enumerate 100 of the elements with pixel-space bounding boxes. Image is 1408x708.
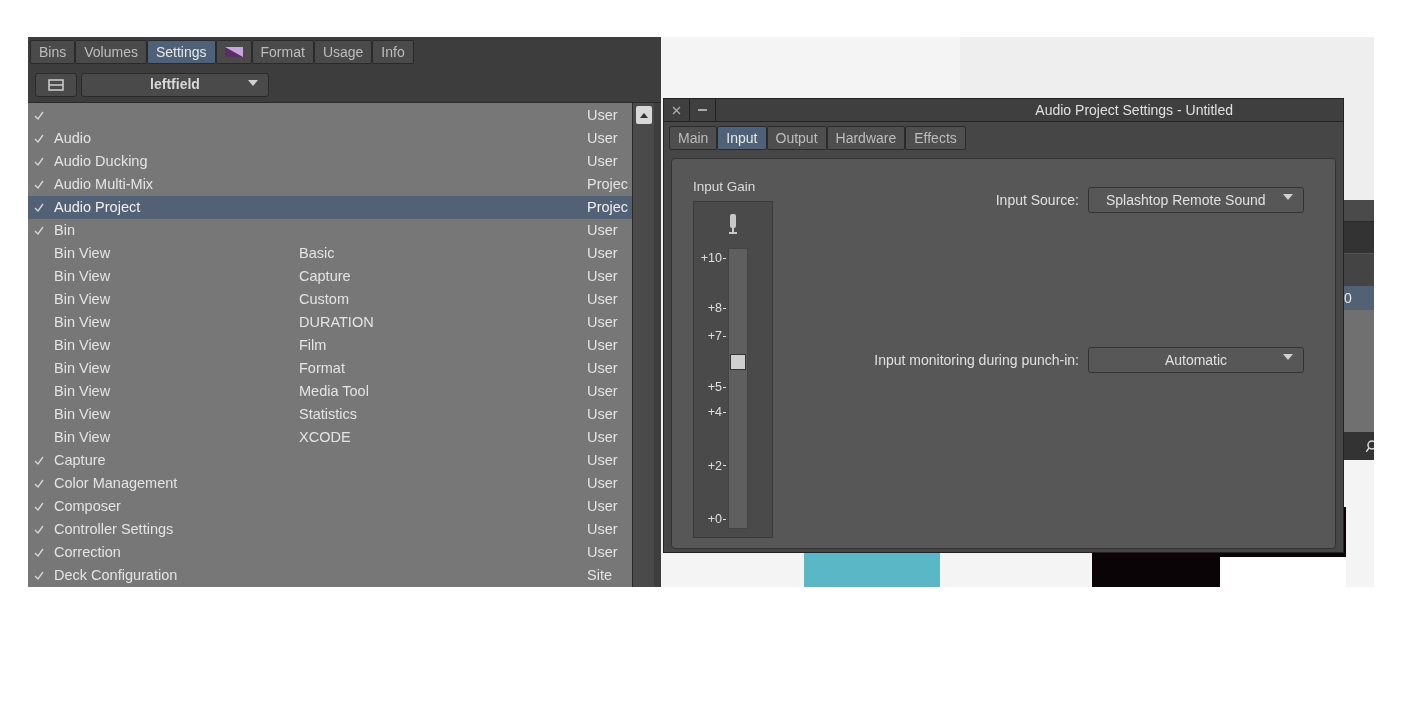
setting-subname: Statistics [299, 405, 357, 422]
scrollbar[interactable] [632, 103, 654, 587]
setting-scope: User [587, 221, 618, 238]
setting-scope: Projec [587, 198, 629, 215]
settings-row[interactable]: Audio Project Projec [28, 196, 632, 219]
setting-subname: Film [299, 336, 327, 353]
setting-name: Audio Ducking [54, 152, 148, 169]
settings-row[interactable]: Controller Settings User [28, 518, 632, 541]
gain-tick-label: +2 [707, 457, 722, 475]
scroll-up-arrow-icon[interactable] [639, 112, 648, 118]
setting-scope: User [587, 336, 618, 353]
settings-row[interactable]: Audio Multi-Mix Projec [28, 173, 632, 196]
gain-tick-label: +7 [707, 328, 722, 346]
tab[interactable]: Usage [313, 40, 373, 64]
tick-mark [723, 518, 726, 520]
setting-name: Controller Settings [54, 520, 174, 537]
tab[interactable]: Input [717, 126, 767, 150]
row-text: 0 [1344, 288, 1352, 308]
settings-row[interactable]: Bin View Statistics User [28, 403, 632, 426]
checkmark-icon [34, 226, 44, 235]
layout-toggle-button[interactable] [35, 72, 77, 97]
setting-name: Bin View [54, 382, 111, 399]
tick-mark [723, 308, 726, 310]
settings-row[interactable]: Bin View Capture User [28, 265, 632, 288]
setting-scope: User [587, 497, 618, 514]
tab[interactable]: Effects [905, 126, 966, 150]
checkmark-icon [34, 111, 44, 120]
gain-slider-track[interactable] [728, 248, 748, 530]
user-dropdown[interactable]: leftfield [81, 72, 269, 97]
split-view-icon [48, 78, 64, 91]
settings-row[interactable]: Color Management User [28, 472, 632, 495]
tab[interactable]: Hardware [826, 126, 906, 150]
setting-scope: User [587, 244, 618, 261]
checkmark-icon [34, 180, 44, 189]
checkmark-icon [34, 134, 44, 143]
setting-name: Color Management [54, 474, 178, 491]
settings-row[interactable]: Deck Configuration Site [28, 564, 632, 587]
setting-name: Correction [54, 543, 121, 560]
setting-name: Bin View [54, 267, 111, 284]
checkmark-icon [34, 548, 44, 557]
setting-scope: User [587, 405, 618, 422]
tick-mark [723, 412, 726, 414]
tick-mark [723, 257, 726, 259]
input-monitoring-label: Input monitoring during punch-in: [874, 350, 1079, 370]
gain-tick-label: +8 [707, 300, 722, 318]
checkmark-icon [34, 502, 44, 511]
setting-name: Audio [54, 129, 92, 146]
settings-row[interactable]: Bin View Media Tool User [28, 380, 632, 403]
settings-row[interactable]: Bin View DURATION User [28, 311, 632, 334]
settings-row[interactable]: Bin View Custom User [28, 288, 632, 311]
setting-name: Audio Multi-Mix [54, 175, 154, 192]
tab[interactable]: Settings [146, 40, 216, 64]
gain-tick-label: +5 [707, 378, 722, 396]
gain-tick-label: +0 [707, 511, 722, 528]
settings-row[interactable]: Bin View Format User [28, 357, 632, 380]
setting-scope: User [587, 428, 618, 445]
setting-name: Deck Configuration [54, 566, 178, 583]
tab-icon-button[interactable] [215, 40, 252, 64]
setting-scope: User [587, 290, 618, 307]
checkmark-icon [34, 479, 44, 488]
setting-name: Bin View [54, 359, 111, 376]
tab[interactable]: Output [766, 126, 827, 150]
setting-scope: User [587, 267, 618, 284]
setting-subname: Custom [299, 290, 349, 307]
tab[interactable]: Format [251, 40, 314, 64]
settings-row[interactable]: Bin View Basic User [28, 242, 632, 265]
checkmark-icon [34, 525, 44, 534]
setting-subname: Media Tool [299, 382, 369, 399]
setting-scope: User [587, 129, 618, 146]
settings-row[interactable]: Audio Ducking User [28, 150, 632, 173]
settings-row[interactable]: Correction User [28, 541, 632, 564]
setting-scope: User [587, 474, 618, 491]
settings-row[interactable]: Composer User [28, 495, 632, 518]
setting-scope: User [587, 382, 618, 399]
gain-slider-thumb[interactable] [730, 354, 746, 371]
microphone-icon [729, 214, 737, 235]
setting-subname: Format [299, 359, 345, 376]
settings-row[interactable]: Bin View Film User [28, 334, 632, 357]
input-monitoring-dropdown[interactable]: Automatic [1088, 347, 1304, 373]
settings-row[interactable]: Bin View XCODE User [28, 426, 632, 449]
input-gain-label: Input Gain [693, 178, 757, 196]
tab[interactable]: Info [372, 40, 414, 64]
caret-icon [1283, 194, 1293, 200]
tab[interactable]: Main [669, 126, 718, 150]
setting-scope: User [587, 313, 618, 330]
settings-row[interactable]: Audio User [28, 127, 632, 150]
setting-scope: User [587, 451, 618, 468]
search-icon[interactable] [1366, 440, 1374, 452]
settings-row[interactable]: Bin User [28, 219, 632, 242]
setting-name: Audio Project [54, 198, 141, 215]
minimize-icon [698, 109, 707, 111]
setting-subname: DURATION [299, 313, 374, 330]
input-source-dropdown[interactable]: Splashtop Remote Sound [1088, 187, 1304, 213]
tab[interactable]: Volumes [75, 40, 147, 64]
setting-name: Bin View [54, 428, 111, 445]
setting-subname: Basic [299, 244, 335, 261]
tick-mark [723, 465, 726, 467]
tab[interactable]: Bins [30, 40, 76, 64]
settings-row[interactable]: Capture User [28, 449, 632, 472]
settings-row[interactable]: User [28, 104, 632, 127]
